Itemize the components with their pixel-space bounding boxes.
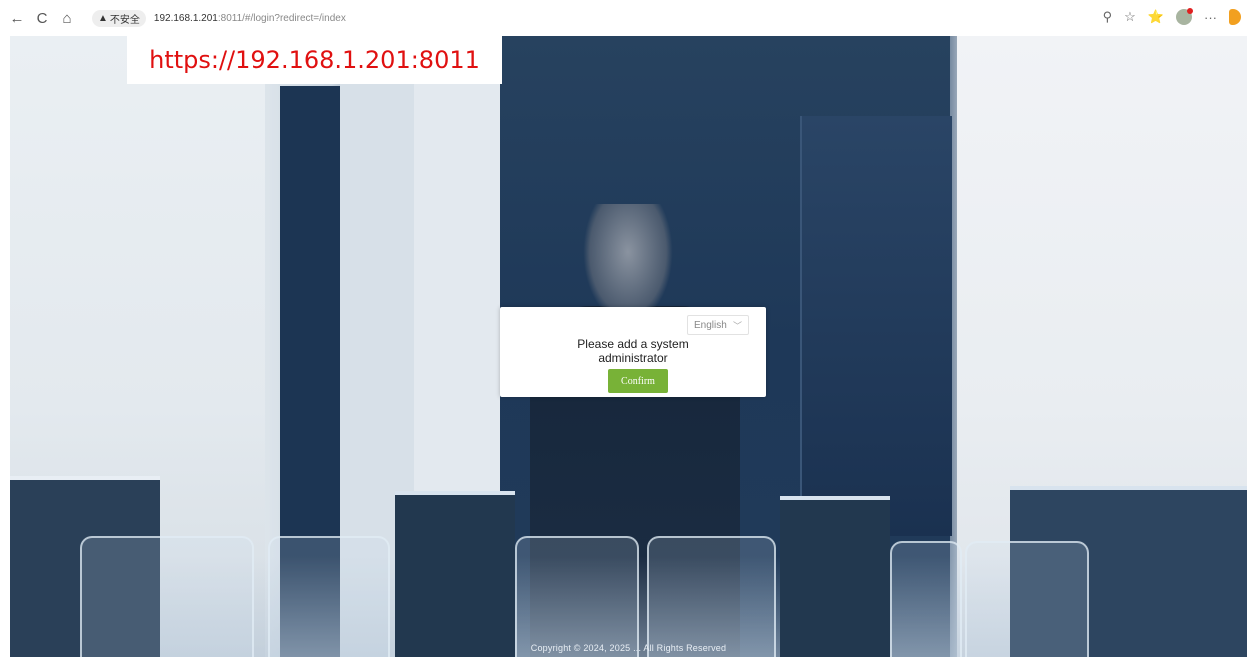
profile-avatar-icon[interactable] (1176, 8, 1193, 25)
url-annotation-label: https://192.168.1.201:8011 (127, 36, 502, 84)
reload-icon[interactable]: C (31, 7, 53, 29)
background-window (800, 116, 952, 536)
turnstile-gate (780, 496, 890, 657)
favorites-list-icon[interactable]: ⭐ (1148, 9, 1164, 25)
warning-icon: ▲ (98, 12, 108, 24)
browser-toolbar: ← C ⌂ ▲ 不安全 192.168.1.201:8011/#/login?r… (0, 0, 1247, 36)
home-icon[interactable]: ⌂ (56, 7, 78, 29)
zoom-icon[interactable]: ⚲ (1103, 9, 1113, 25)
security-badge[interactable]: ▲ 不安全 (92, 9, 146, 27)
url-host: 192.168.1.201 (153, 12, 218, 24)
turnstile-glass (515, 536, 639, 657)
chevron-down-icon: ﹀ (732, 320, 742, 331)
turnstile-glass (890, 541, 962, 657)
url-path: :8011/#/login?redirect=/index (217, 12, 346, 24)
more-menu-icon[interactable]: ··· (1204, 10, 1217, 25)
dialog-message: Please add a system administrator (577, 337, 689, 365)
back-icon[interactable]: ← (6, 7, 28, 29)
add-administrator-dialog: English ﹀ Please add a system administra… (500, 307, 766, 397)
favorite-star-icon[interactable]: ☆ (1124, 9, 1136, 25)
turnstile-glass (268, 536, 390, 657)
browser-tools: ⚲ ☆ ⭐ ··· (1103, 8, 1247, 25)
language-select-value: English (694, 319, 727, 331)
url-text[interactable]: 192.168.1.201:8011/#/login?redirect=/ind… (154, 13, 346, 24)
security-label: 不安全 (109, 14, 140, 26)
address-bar[interactable]: ▲ 不安全 192.168.1.201:8011/#/login?redirec… (92, 9, 346, 27)
turnstile-glass (80, 536, 254, 657)
extension-icon[interactable] (1229, 9, 1241, 25)
background-person-head (583, 204, 673, 324)
copyright-text: Copyright © 2024, 2025 ... All Rights Re… (530, 643, 727, 653)
turnstile-glass (647, 536, 776, 657)
turnstile-gate (395, 491, 515, 657)
language-select[interactable]: English ﹀ (687, 315, 749, 335)
confirm-button[interactable]: Confirm (608, 369, 668, 393)
turnstile-glass (965, 541, 1089, 657)
